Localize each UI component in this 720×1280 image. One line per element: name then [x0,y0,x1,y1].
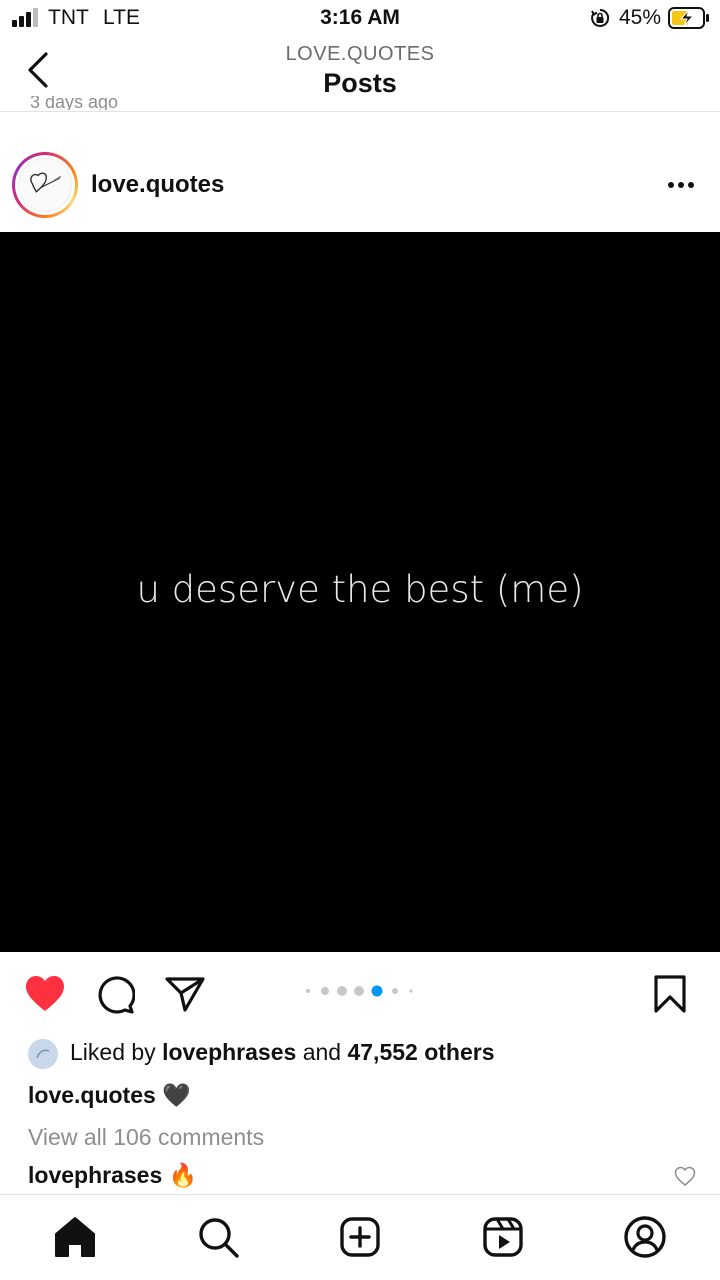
search-icon[interactable] [196,1215,240,1259]
likes-others[interactable]: 47,552 others [347,1039,494,1065]
caption-text: 🖤 [162,1082,191,1108]
avatar-story-ring[interactable] [12,152,78,218]
profile-icon[interactable] [623,1215,667,1259]
post-image-text: u deserve the best (me) [136,568,584,611]
home-icon[interactable] [53,1215,97,1259]
likes-summary[interactable]: Liked by lovephrases and 47,552 others [70,1039,495,1066]
post-actions [0,952,720,1032]
carousel-indicator [306,985,413,997]
post-username[interactable]: love.quotes [91,171,224,199]
share-icon[interactable] [164,974,206,1014]
reels-icon[interactable] [481,1215,525,1259]
post-image[interactable]: u deserve the best (me) [0,232,720,952]
liker-avatar[interactable] [28,1039,58,1069]
likes-prefix: Liked by [70,1039,156,1065]
heart-icon[interactable] [24,974,66,1014]
bookmark-icon[interactable] [652,974,688,1014]
status-bar: TNT LTE 3:16 AM 45% [0,0,720,38]
comment-item: lovephrases 🔥 [28,1162,197,1189]
caption-username[interactable]: love.quotes [28,1082,156,1108]
page-title: Posts [323,68,397,98]
status-time: 3:16 AM [320,6,400,29]
likes-joiner: and [302,1039,342,1065]
comment-heart-icon[interactable] [674,1166,696,1188]
comment-icon[interactable] [95,974,135,1014]
view-all-comments-link[interactable]: View all 106 comments [28,1124,264,1151]
account-name: LOVE.QUOTES [285,43,435,65]
avatar [18,158,72,212]
create-icon[interactable] [338,1215,382,1259]
bottom-tab-bar [0,1194,720,1280]
likes-user[interactable]: lovephrases [162,1039,296,1065]
comment-username[interactable]: lovephrases [28,1162,162,1188]
post-caption: love.quotes 🖤 [28,1082,191,1109]
post-header: love.quotes [0,140,720,232]
comment-text: 🔥 [168,1162,198,1188]
previous-post-timestamp: 3 days ago [30,96,119,110]
orientation-lock-icon [591,8,610,27]
battery-charging-icon [668,7,709,29]
battery-percent: 45% [619,6,662,29]
more-options-icon[interactable] [662,172,700,198]
